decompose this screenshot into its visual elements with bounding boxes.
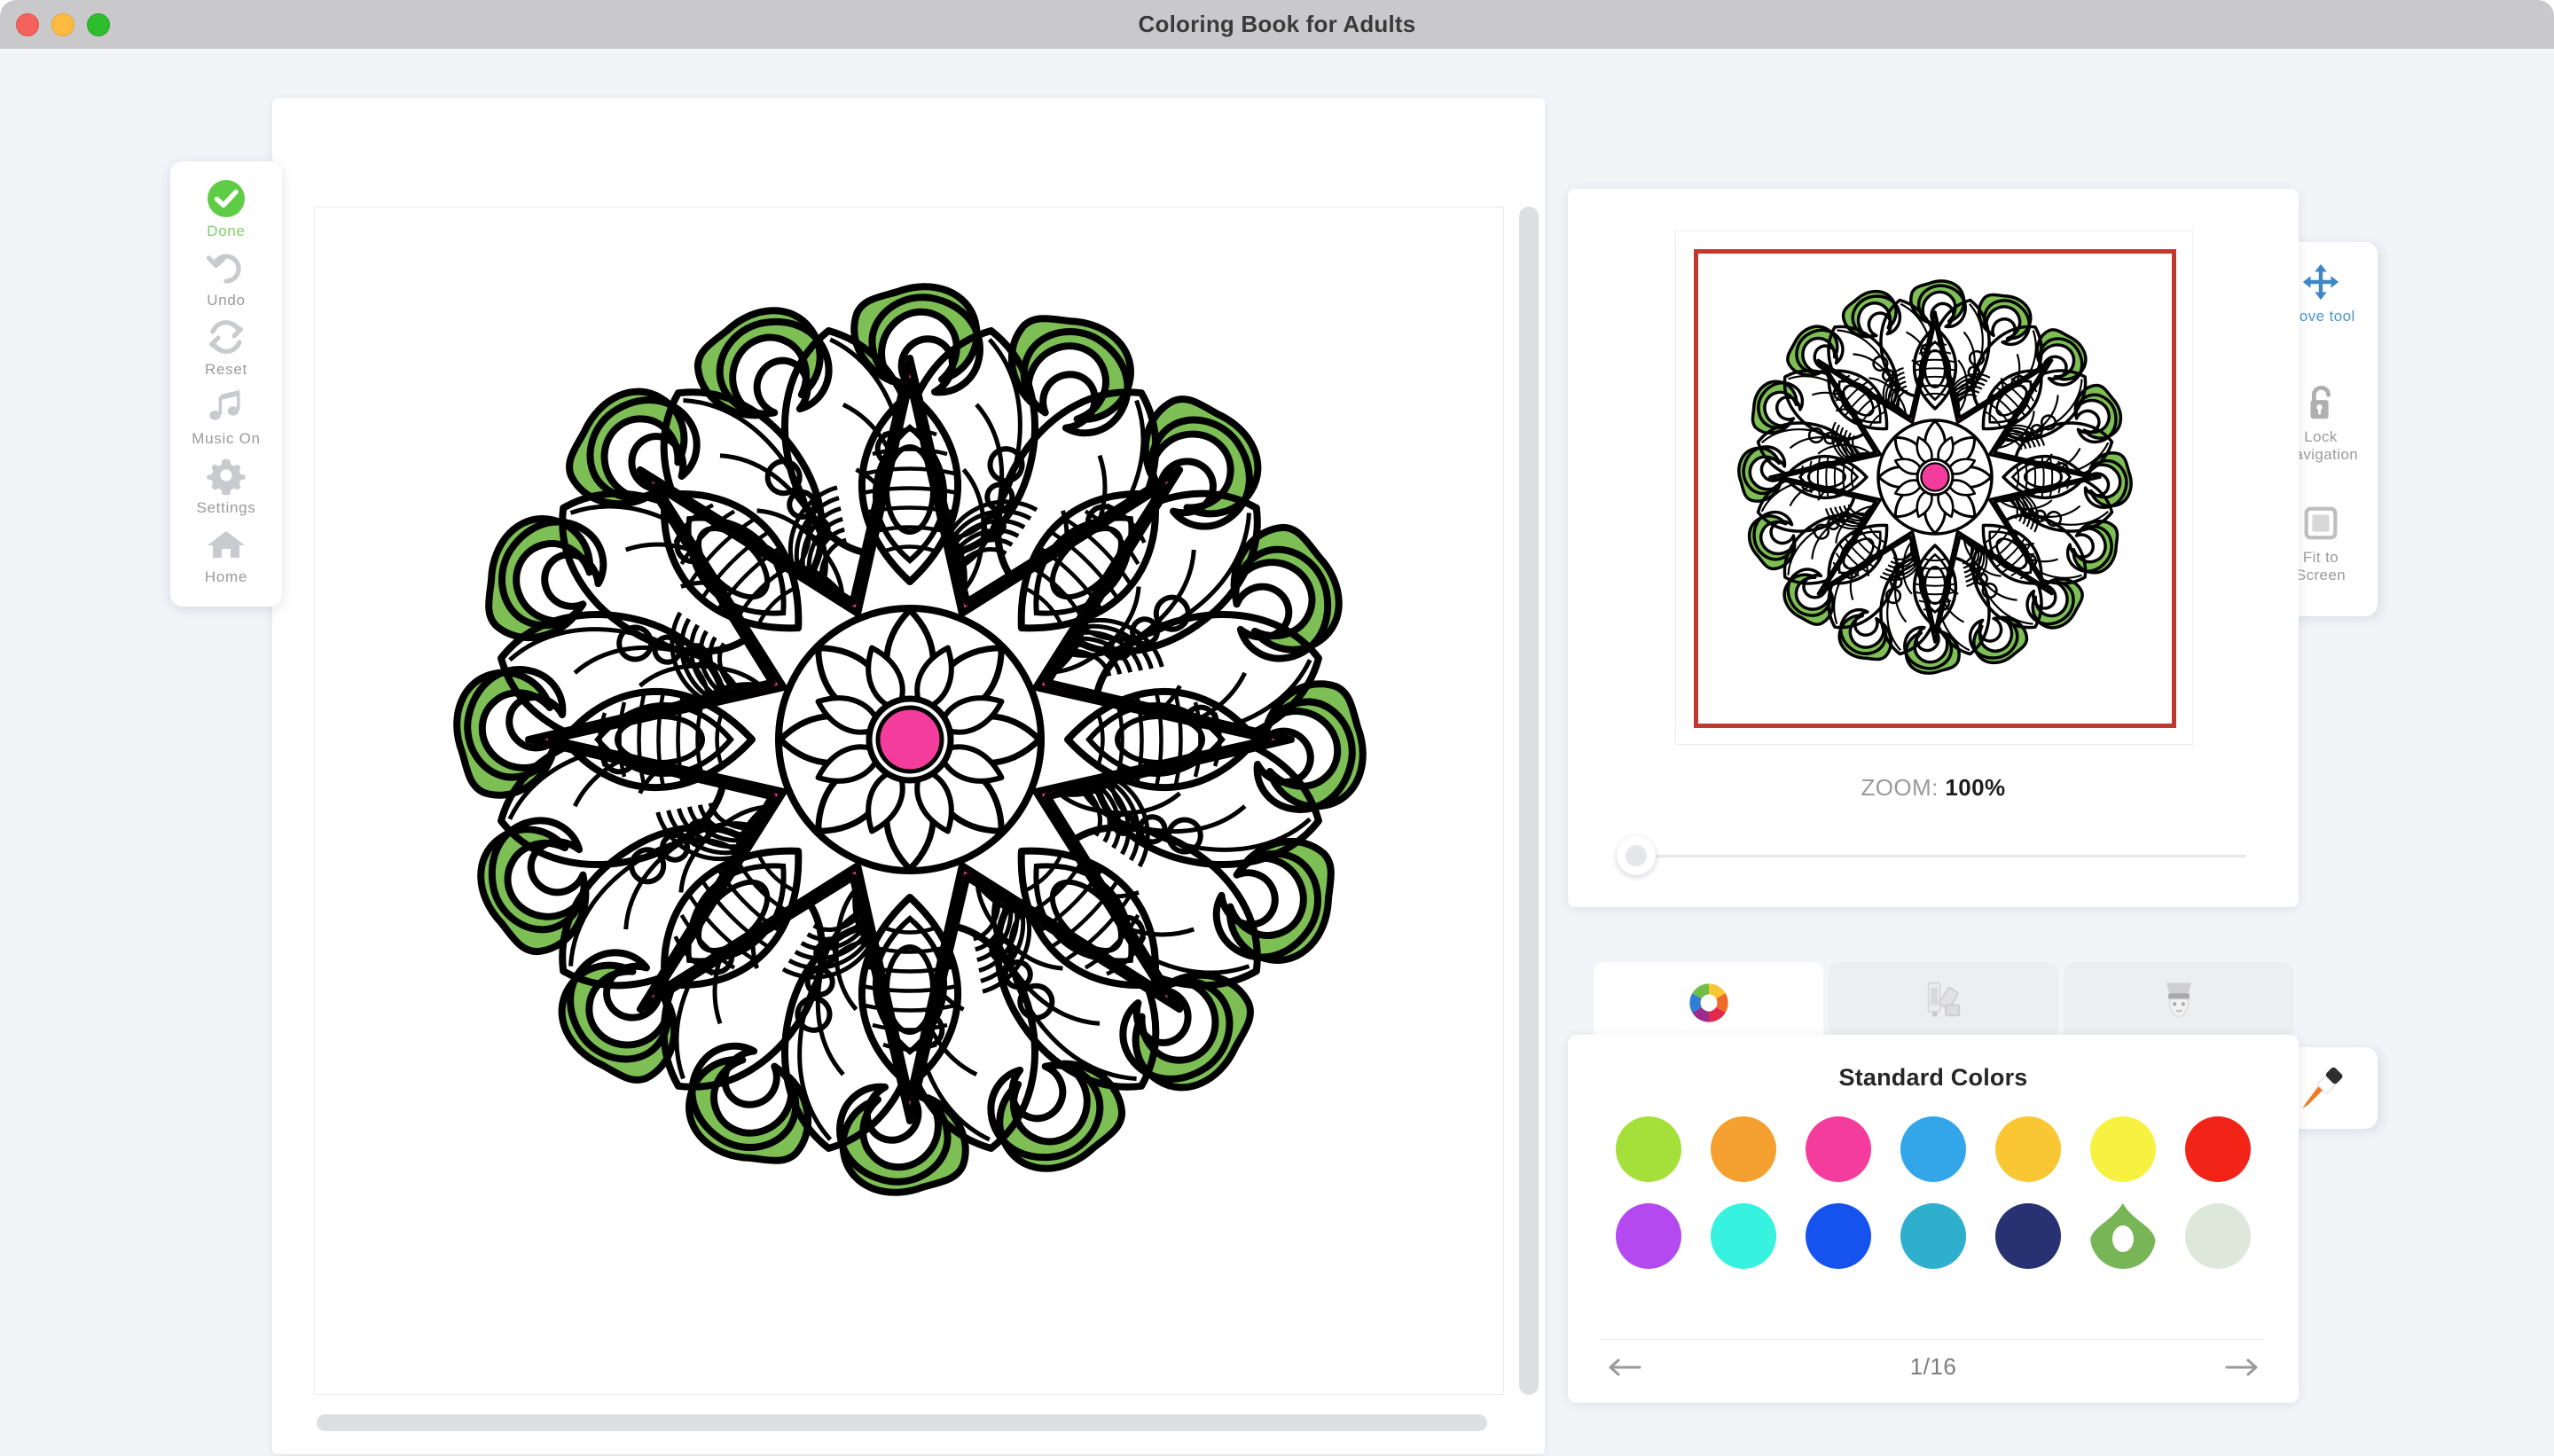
color-swatch-leaf-green[interactable]: [2090, 1203, 2156, 1269]
color-swatch-amber[interactable]: [1995, 1116, 2061, 1182]
home-icon: [205, 523, 247, 566]
app-stage: Done Undo Reset: [0, 49, 2554, 1456]
color-swatch-blue[interactable]: [1806, 1203, 1871, 1269]
zoom-readout: ZOOM: 100%: [1568, 774, 2299, 802]
navigator-card: ZOOM: 100%: [1568, 189, 2299, 907]
color-swatch-yellow[interactable]: [2090, 1116, 2156, 1182]
zoom-value: 100%: [1945, 774, 2005, 801]
unlock-padlock-icon: [2300, 382, 2341, 423]
tool-reset[interactable]: Reset: [170, 312, 282, 381]
palette-title: Standard Colors: [1568, 1064, 2299, 1092]
tab-character-sticker[interactable]: [2064, 962, 2293, 1038]
check-circle-icon: [205, 177, 247, 220]
mandala-svg: [315, 207, 1504, 1395]
gear-icon: [205, 454, 247, 497]
move-arrows-icon: [2300, 262, 2341, 302]
palette-next-button[interactable]: [2219, 1348, 2265, 1387]
cat-face-sticker-icon: [2156, 977, 2202, 1023]
palette-prev-button[interactable]: [1602, 1348, 1648, 1387]
zoom-slider-track[interactable]: [1650, 855, 2246, 857]
tool-undo-label: Undo: [207, 293, 245, 309]
color-swatch-teal[interactable]: [1900, 1203, 1966, 1269]
tool-done-label: Done: [207, 223, 245, 240]
window-controls: [16, 13, 110, 36]
tool-done[interactable]: Done: [170, 174, 282, 243]
palette-panel: Standard Colors 1/16: [1568, 1035, 2299, 1403]
color-swatch-grid: [1602, 1116, 2265, 1269]
tool-home[interactable]: Home: [170, 520, 282, 589]
canvas-horizontal-scrollbar[interactable]: [317, 1414, 1487, 1431]
palette-tabs: [1594, 962, 2299, 1038]
color-swatch-cyan[interactable]: [1711, 1203, 1776, 1269]
tool-settings[interactable]: Settings: [170, 450, 282, 520]
color-swatch-pink[interactable]: [1806, 1116, 1871, 1182]
refresh-icon: [205, 316, 247, 358]
color-swatch-pale-mint[interactable]: [2185, 1203, 2251, 1269]
navigator-mandala-preview: [1676, 231, 2194, 746]
color-swatch-navy[interactable]: [1995, 1203, 2061, 1269]
tool-settings-label: Settings: [196, 500, 255, 517]
paint-tubes-icon: [1921, 977, 1967, 1023]
tab-paint-tubes[interactable]: [1829, 962, 2058, 1038]
color-swatch-orange[interactable]: [1711, 1116, 1776, 1182]
fit-to-screen-icon: [2300, 503, 2341, 544]
color-swatch-purple[interactable]: [1616, 1203, 1681, 1269]
canvas-vertical-scrollbar[interactable]: [1519, 207, 1539, 1395]
canvas-card: [272, 98, 1545, 1454]
music-note-icon: [205, 385, 247, 427]
eyedropper-icon: [2296, 1063, 2346, 1113]
titlebar: Coloring Book for Adults: [0, 0, 2554, 49]
tool-music-label: Music On: [192, 431, 260, 448]
mandala-artwork[interactable]: [315, 207, 1504, 1395]
arrow-right-icon: [2224, 1356, 2260, 1379]
window-title: Coloring Book for Adults: [1139, 11, 1416, 38]
navigator-thumbnail[interactable]: [1675, 231, 2193, 745]
tool-undo[interactable]: Undo: [170, 243, 282, 312]
tab-color-wheel[interactable]: [1594, 962, 1823, 1044]
color-swatch-yellow-green[interactable]: [1616, 1116, 1681, 1182]
tool-home-label: Home: [205, 569, 247, 586]
palette-pager: 1/16: [1602, 1339, 2265, 1378]
color-wheel-icon: [1686, 980, 1732, 1026]
color-swatch-light-blue[interactable]: [1900, 1116, 1966, 1182]
arrow-left-icon: [1607, 1356, 1642, 1379]
zoom-slider[interactable]: [1617, 842, 2246, 869]
close-button[interactable]: [16, 13, 39, 36]
maximize-button[interactable]: [87, 13, 110, 36]
undo-arrow-icon: [205, 247, 247, 289]
palette-page-label: 1/16: [1910, 1353, 1957, 1381]
tool-fit-to-screen-label: Fit toScreen: [2296, 549, 2346, 584]
zoom-prefix: ZOOM:: [1861, 774, 1939, 801]
coloring-canvas[interactable]: [314, 207, 1504, 1395]
left-toolbar: Done Undo Reset: [170, 161, 282, 607]
minimize-button[interactable]: [51, 13, 74, 36]
tool-reset-label: Reset: [205, 362, 247, 379]
tool-music[interactable]: Music On: [170, 381, 282, 450]
color-swatch-red[interactable]: [2185, 1116, 2251, 1182]
app-window: Coloring Book for Adults: [0, 0, 2554, 1456]
zoom-slider-knob[interactable]: [1617, 836, 1656, 875]
